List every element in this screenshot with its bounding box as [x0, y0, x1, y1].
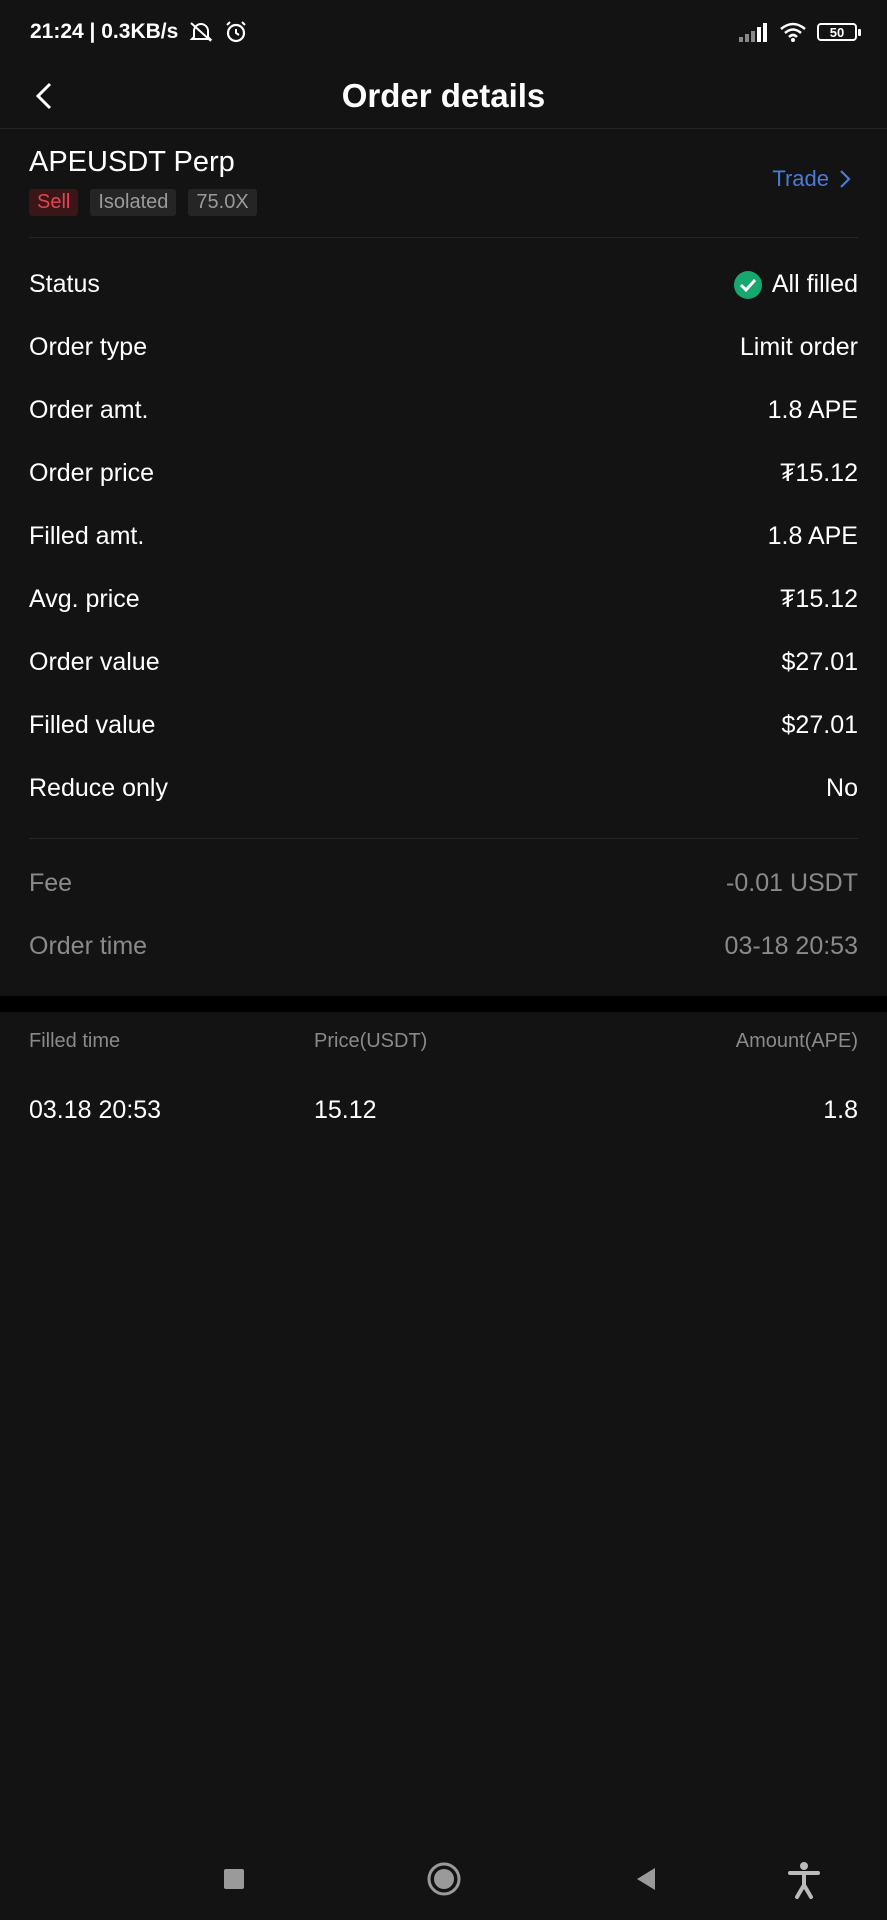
triangle-back-icon: [637, 1868, 655, 1890]
signal-icon: [739, 23, 767, 42]
wifi-icon: [780, 22, 806, 42]
detail-value: $27.01: [781, 711, 858, 739]
cell-price: 15.12: [314, 1096, 377, 1124]
recents-button[interactable]: [222, 1860, 248, 1905]
detail-row-order-value: Order value $27.01: [29, 631, 858, 694]
detail-value: 03-18 20:53: [724, 932, 858, 960]
header: Order details: [0, 64, 887, 129]
status-left: 21:24 | 0.3KB/s: [30, 20, 248, 44]
silent-icon: [189, 22, 213, 42]
page-title: Order details: [341, 77, 546, 114]
detail-value: Limit order: [739, 333, 858, 361]
detail-label: Order time: [29, 932, 148, 960]
divider: [29, 237, 858, 238]
check-circle-icon: [733, 270, 762, 299]
column-header-amount: Amount(APE): [735, 1030, 858, 1052]
detail-row-avg-price: Avg. price ₮15.12: [29, 568, 858, 631]
detail-label: Status: [29, 270, 100, 298]
cell-amount: 1.8: [823, 1096, 858, 1124]
battery-icon: 50: [817, 23, 861, 41]
detail-value: All filled: [733, 270, 858, 299]
detail-label: Filled amt.: [29, 522, 145, 550]
accessibility-icon: [788, 1862, 820, 1899]
status-time: 21:24 | 0.3KB/s: [30, 20, 179, 43]
detail-row-status: Status All filled: [29, 253, 858, 316]
detail-value: -0.01 USDT: [726, 869, 858, 897]
detail-label: Avg. price: [29, 585, 140, 613]
trade-label: Trade: [772, 166, 829, 191]
status-bar: 21:24 | 0.3KB/s 50: [0, 0, 887, 64]
cell-filled-time: 03.18 20:53: [29, 1096, 162, 1124]
symbol-block: APEUSDT Perp Sell Isolated 75.0X: [29, 146, 858, 236]
accessibility-button[interactable]: [786, 1860, 822, 1905]
home-circle-icon: [427, 1862, 461, 1896]
section-separator: [0, 996, 887, 1012]
trade-link[interactable]: Trade: [772, 166, 851, 192]
detail-label: Reduce only: [29, 774, 168, 802]
detail-value: ₮15.12: [780, 585, 858, 613]
back-nav-button[interactable]: [633, 1860, 659, 1905]
leverage-tag: 75.0X: [188, 189, 257, 216]
detail-label: Fee: [29, 869, 73, 897]
chevron-right-icon: [840, 170, 851, 188]
detail-row-fee: Fee -0.01 USDT: [29, 852, 858, 915]
detail-row-filled-amt: Filled amt. 1.8 APE: [29, 505, 858, 568]
detail-label: Filled value: [29, 711, 156, 739]
side-tag: Sell: [29, 189, 79, 216]
detail-row-order-amt: Order amt. 1.8 APE: [29, 379, 858, 442]
divider: [29, 838, 858, 839]
detail-value: 1.8 APE: [767, 396, 858, 424]
detail-label: Order amt.: [29, 396, 149, 424]
fills-table-header: Filled time Price(USDT) Amount(APE): [29, 1030, 858, 1060]
column-header-price: Price(USDT): [314, 1030, 428, 1052]
detail-value: ₮15.12: [780, 459, 858, 487]
detail-value: No: [826, 774, 858, 802]
detail-label: Order value: [29, 648, 160, 676]
chevron-left-icon: [35, 82, 52, 110]
detail-row-order-type: Order type Limit order: [29, 316, 858, 379]
table-row: 03.18 20:53 15.12 1.8: [29, 1096, 858, 1132]
battery-level: 50: [829, 24, 845, 40]
column-header-filled-time: Filled time: [29, 1030, 121, 1052]
order-details-list: Status All filled Order type Limit order…: [29, 253, 858, 820]
alarm-icon: [226, 21, 247, 43]
detail-row-order-time: Order time 03-18 20:53: [29, 915, 858, 978]
detail-row-filled-value: Filled value $27.01: [29, 694, 858, 757]
symbol-name: APEUSDT Perp: [29, 146, 235, 178]
status-right: 50: [739, 21, 861, 43]
detail-label: Order type: [29, 333, 148, 361]
margin-mode-tag: Isolated: [90, 189, 177, 216]
fee-list: Fee -0.01 USDT Order time 03-18 20:53: [29, 852, 858, 978]
status-value: All filled: [771, 270, 858, 298]
system-nav-bar: [0, 1840, 887, 1920]
detail-row-order-price: Order price ₮15.12: [29, 442, 858, 505]
square-icon: [224, 1869, 244, 1889]
back-button[interactable]: [30, 78, 60, 114]
detail-row-reduce-only: Reduce only No: [29, 757, 858, 820]
detail-label: Order price: [29, 459, 155, 487]
detail-value: $27.01: [781, 648, 858, 676]
symbol-tags: Sell Isolated 75.0X: [29, 189, 858, 216]
detail-value: 1.8 APE: [767, 522, 858, 550]
home-button[interactable]: [426, 1860, 462, 1905]
